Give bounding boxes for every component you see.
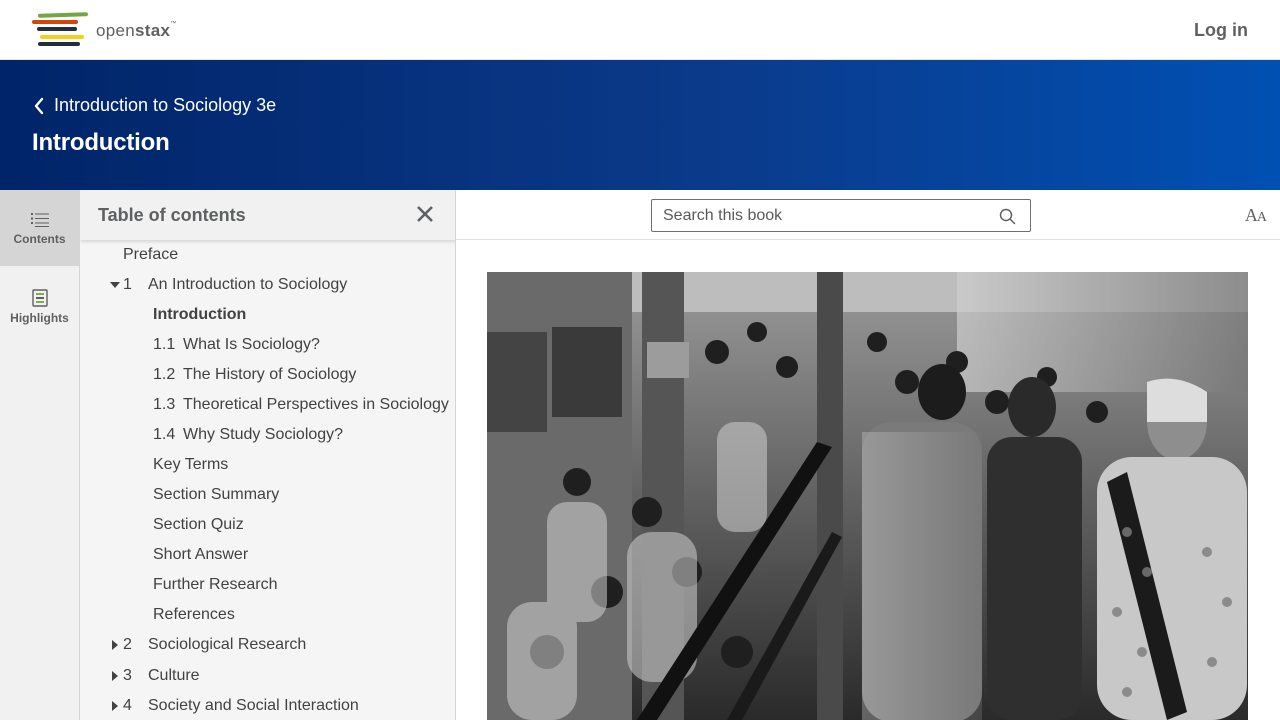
toc-section-number: 1.4: [153, 426, 176, 443]
caret-right-icon: [112, 640, 118, 650]
toc-item-label: Section Quiz: [153, 516, 244, 533]
crowd-photo-image: [487, 272, 1248, 720]
toc-list-item[interactable]: Section Quiz: [80, 516, 455, 546]
logo-wordmark: openstax™: [96, 21, 177, 40]
toc-chapter-item[interactable]: 2 Sociological Research: [80, 636, 455, 666]
toc-chapter-item[interactable]: 3 Culture: [80, 667, 455, 697]
toc-list-item[interactable]: Short Answer: [80, 546, 455, 576]
toc-chapter-number: 2: [123, 636, 132, 653]
sidebar-rail: Contents Highlights: [0, 190, 80, 720]
toc-chapter-number: 1: [123, 276, 132, 293]
contents-label: Contents: [13, 232, 66, 246]
table-of-contents-panel: Table of contents Preface 1 An Introductio…: [80, 190, 456, 720]
toc-list-item[interactable]: Further Research: [80, 576, 455, 606]
openstax-logo[interactable]: openstax™: [32, 12, 192, 49]
highlights-button[interactable]: Highlights: [0, 267, 79, 343]
toc-chapter-number: 4: [123, 697, 132, 714]
text-size-button[interactable]: AA: [1245, 205, 1267, 226]
toc-list-item[interactable]: 1.1 What Is Sociology?: [80, 336, 455, 366]
list-icon: [30, 213, 49, 227]
highlights-label: Highlights: [10, 311, 69, 325]
toc-list-item[interactable]: Key Terms: [80, 456, 455, 486]
toc-item-label: Sociological Research: [148, 636, 307, 653]
toc-item-label: The History of Sociology: [183, 366, 357, 383]
page-title: Introduction: [32, 129, 170, 156]
toc-item-label: Further Research: [153, 576, 278, 593]
toc-chapter-number: 3: [123, 667, 132, 684]
caret-right-icon: [112, 701, 118, 711]
toc-list-item[interactable]: References: [80, 606, 455, 636]
toc-title: Table of contents: [98, 205, 246, 225]
search-box: [651, 199, 1031, 232]
chevron-left-icon: [34, 97, 44, 114]
book-title-link[interactable]: Introduction to Sociology 3e: [32, 95, 276, 116]
toc-list-item[interactable]: 1.2 The History of Sociology: [80, 366, 455, 396]
toc-item-label: Preface: [123, 246, 179, 263]
toc-section-number: 1.3: [153, 396, 176, 413]
toc-item-label: Key Terms: [153, 456, 229, 473]
caret-right-icon: [112, 671, 118, 681]
search-icon[interactable]: [999, 208, 1016, 225]
toc-item-label: Society and Social Interaction: [148, 697, 359, 714]
toc-item-label: Culture: [148, 667, 200, 684]
toc-item-label: Section Summary: [153, 486, 280, 503]
toc-list-item[interactable]: Introduction: [80, 306, 455, 336]
toc-header: Table of contents: [80, 190, 455, 240]
toc-list-item[interactable]: Section Summary: [80, 486, 455, 516]
toc-list-item[interactable]: 1.3 Theoretical Perspectives in Sociology: [80, 396, 455, 426]
toc-item-label: Short Answer: [153, 546, 249, 563]
search-input[interactable]: [663, 206, 983, 226]
caret-down-icon: [110, 282, 120, 288]
toc-item-label: References: [153, 606, 235, 623]
login-link[interactable]: Log in: [1194, 20, 1248, 41]
book-banner: Introduction to Sociology 3e Introductio…: [0, 60, 1280, 190]
toc-section-number: 1.2: [153, 366, 176, 383]
toc-section-number: 1.1: [153, 336, 176, 353]
toc-item-label: Introduction: [153, 306, 247, 323]
contents-button[interactable]: Contents: [0, 190, 79, 266]
toc-list-item[interactable]: 1.4 Why Study Sociology?: [80, 426, 455, 456]
content-toolbar: AA: [456, 190, 1280, 240]
toc-list-item[interactable]: Preface: [80, 246, 455, 276]
chapter-opening-photo: [487, 272, 1248, 720]
toc-item-label: What Is Sociology?: [183, 336, 320, 353]
toc-item-label: Why Study Sociology?: [183, 426, 344, 443]
toc-chapter-item[interactable]: 1 An Introduction to Sociology: [80, 276, 455, 306]
toc-item-label: An Introduction to Sociology: [148, 276, 348, 293]
toc-item-label: Theoretical Perspectives in Sociology: [183, 396, 449, 413]
close-icon[interactable]: [416, 205, 434, 223]
book-title: Introduction to Sociology 3e: [54, 95, 277, 115]
toc-chapter-item[interactable]: 4 Society and Social Interaction: [80, 697, 455, 720]
top-navbar: openstax™ Log in: [0, 0, 1280, 60]
highlights-notebook-icon: [31, 289, 48, 307]
logo-books-icon: [32, 12, 90, 49]
